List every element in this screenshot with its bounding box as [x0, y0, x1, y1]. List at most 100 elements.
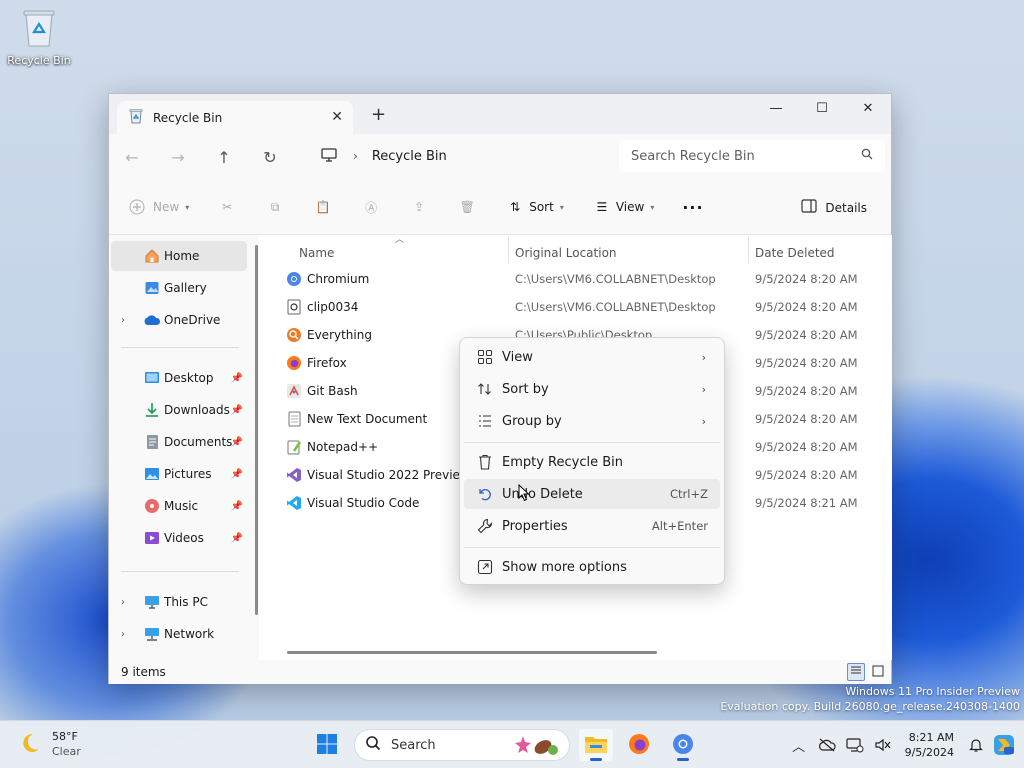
sort-button[interactable]: ⇅ Sort ▾ — [505, 197, 564, 217]
sidebar-item-label: Desktop — [164, 371, 214, 385]
sidebar-item-desktop[interactable]: Desktop 📌 — [111, 363, 247, 393]
chevron-right-icon[interactable]: › — [121, 597, 125, 608]
minimize-icon: — — [769, 100, 783, 116]
gallery-icon — [143, 279, 161, 297]
new-tab-button[interactable]: + — [371, 104, 386, 125]
sidebar-item-this-pc[interactable]: › This PC — [111, 587, 247, 617]
taskbar-search-label: Search — [391, 737, 436, 753]
chevron-right-icon: › — [701, 382, 706, 396]
sidebar-item-label: Gallery — [164, 281, 207, 295]
menu-item-properties[interactable]: Properties Alt+Enter — [464, 511, 720, 541]
rename-button[interactable]: Ⓐ — [361, 197, 381, 217]
share-button[interactable]: ⇪ — [409, 197, 429, 217]
item-count: 9 items — [121, 665, 166, 679]
back-button[interactable]: ← — [109, 148, 155, 167]
details-button[interactable]: Details — [801, 199, 867, 216]
folder-icon — [584, 734, 608, 757]
column-header-location[interactable]: Original Location — [515, 241, 617, 265]
taskbar-firefox[interactable] — [622, 729, 656, 761]
file-date: 9/5/2024 8:20 AM — [755, 412, 858, 426]
sidebar-item-network[interactable]: › Network — [111, 619, 247, 649]
menu-item-view[interactable]: View › — [464, 342, 720, 372]
file-date: 9/5/2024 8:20 AM — [755, 272, 858, 286]
menu-divider — [464, 442, 720, 443]
pin-icon[interactable]: 📌 — [231, 437, 243, 448]
column-name-label: Name — [299, 246, 335, 260]
menu-item-group-by[interactable]: Group by › — [464, 406, 720, 436]
start-button[interactable] — [310, 729, 344, 761]
refresh-button[interactable]: ↻ — [247, 148, 293, 167]
pin-icon[interactable]: 📌 — [231, 501, 243, 512]
onedrive-tray-icon[interactable] — [813, 731, 841, 759]
menu-item-show-more-options[interactable]: Show more options — [464, 552, 720, 582]
column-header-date[interactable]: Date Deleted — [755, 241, 835, 265]
close-button[interactable]: ✕ — [845, 94, 891, 122]
taskbar: 58°F Clear Search ︿ 8:21 AM 9/5/2024 — [0, 720, 1024, 768]
more-options-button[interactable]: ··· — [682, 198, 703, 217]
details-pane-icon — [801, 199, 817, 216]
table-row[interactable]: clip0034 C:\Users\VM6.COLLABNET\Desktop … — [265, 293, 885, 321]
chevron-right-icon[interactable]: › — [121, 315, 125, 326]
new-button[interactable]: New ▾ — [127, 197, 189, 217]
taskbar-chromium[interactable] — [666, 729, 700, 761]
sidebar-item-videos[interactable]: Videos 📌 — [111, 523, 247, 553]
clock[interactable]: 8:21 AM 9/5/2024 — [905, 730, 954, 760]
table-row[interactable]: Chromium C:\Users\VM6.COLLABNET\Desktop … — [265, 265, 885, 293]
sidebar-item-gallery[interactable]: Gallery — [111, 273, 247, 303]
copilot-icon[interactable] — [990, 731, 1018, 759]
column-divider[interactable] — [508, 237, 509, 263]
weather-widget[interactable]: 58°F Clear — [18, 729, 81, 759]
tiles-view-toggle[interactable] — [869, 663, 887, 681]
sidebar-item-music[interactable]: Music 📌 — [111, 491, 247, 521]
minimize-button[interactable]: — — [753, 94, 799, 122]
copy-button[interactable]: ⧉ — [265, 197, 285, 217]
pin-icon[interactable]: 📌 — [231, 469, 243, 480]
chevron-right-icon[interactable]: › — [121, 629, 125, 640]
pin-icon[interactable]: 📌 — [231, 405, 243, 416]
clock-date: 9/5/2024 — [904, 746, 954, 759]
up-button[interactable]: ↑ — [201, 148, 247, 167]
menu-item-undo-delete[interactable]: Undo Delete Ctrl+Z — [464, 479, 720, 509]
file-date: 9/5/2024 8:20 AM — [755, 440, 858, 454]
column-header-name[interactable]: Name — [299, 241, 334, 265]
chromium-icon — [286, 271, 302, 287]
pin-icon[interactable]: 📌 — [231, 373, 243, 384]
view-button[interactable]: ☰ View ▾ — [592, 197, 654, 217]
sidebar-scrollbar[interactable] — [255, 245, 258, 615]
computer-icon — [143, 593, 161, 611]
horizontal-scrollbar[interactable] — [287, 651, 657, 654]
column-date-label: Date Deleted — [755, 246, 835, 260]
sidebar-item-onedrive[interactable]: › OneDrive — [111, 305, 247, 335]
pin-icon[interactable]: 📌 — [231, 533, 243, 544]
sidebar-item-documents[interactable]: Documents 📌 — [111, 427, 247, 457]
details-view-toggle[interactable] — [847, 663, 865, 681]
tiles-view-icon — [872, 665, 884, 680]
maximize-button[interactable]: ☐ — [799, 94, 845, 122]
delete-button[interactable]: 🗑 — [457, 197, 477, 217]
taskbar-file-explorer[interactable] — [579, 729, 613, 761]
clock-time: 8:21 AM — [908, 731, 954, 744]
volume-muted-icon[interactable] — [869, 731, 897, 759]
column-divider[interactable] — [748, 237, 749, 263]
close-tab-icon[interactable]: ✕ — [331, 109, 343, 125]
cut-button[interactable]: ✂ — [217, 197, 237, 217]
search-input[interactable]: Search Recycle Bin — [619, 140, 885, 172]
menu-item-empty-recycle-bin[interactable]: Empty Recycle Bin — [464, 447, 720, 477]
menu-item-sort-by[interactable]: Sort by › — [464, 374, 720, 404]
mouse-cursor-icon — [518, 483, 530, 505]
show-hidden-icons-button[interactable]: ︿ — [785, 731, 813, 759]
search-icon — [861, 148, 873, 164]
notifications-bell-icon[interactable] — [962, 731, 990, 759]
sidebar-item-downloads[interactable]: Downloads 📌 — [111, 395, 247, 425]
sidebar-item-home[interactable]: Home — [111, 241, 247, 271]
grid-icon — [476, 348, 494, 366]
taskbar-search[interactable]: Search — [354, 729, 570, 761]
network-status-icon[interactable] — [841, 731, 869, 759]
paste-button[interactable]: 📋 — [313, 197, 333, 217]
address-bar[interactable]: › Recycle Bin — [311, 140, 606, 172]
sidebar-item-pictures[interactable]: Pictures 📌 — [111, 459, 247, 489]
desktop-recycle-bin[interactable]: Recycle Bin — [6, 6, 72, 67]
forward-button[interactable]: → — [155, 148, 201, 167]
chevron-right-icon: › — [701, 350, 706, 364]
tab-recycle-bin[interactable]: Recycle Bin ✕ — [117, 101, 353, 134]
